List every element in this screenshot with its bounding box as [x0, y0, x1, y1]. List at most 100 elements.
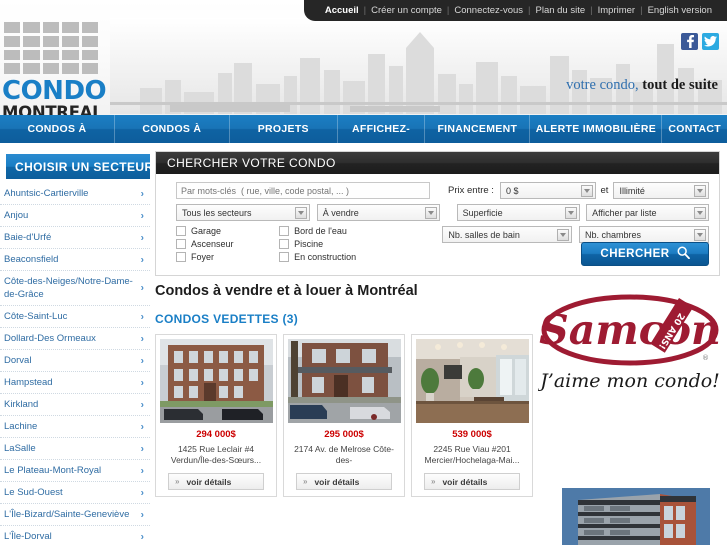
sidebar-item-hampstead[interactable]: Hampstead ›: [0, 372, 150, 394]
checkbox-ascenseur[interactable]: Ascenseur: [176, 239, 279, 249]
listing-card[interactable]: 294 000$ 1425 Rue Leclair #4 Verdun/Île-…: [155, 334, 277, 497]
chevron-right-icon: ›: [140, 443, 144, 454]
topnav-link-creer-compte[interactable]: Créer un compte: [366, 5, 447, 16]
checkbox-box[interactable]: [176, 239, 186, 249]
chevron-right-icon: ›: [140, 188, 144, 199]
sector-label: Côte-des-Neiges/Notre-Dame-de-Grâce: [4, 276, 133, 300]
chevron-right-icon: ›: [140, 355, 144, 366]
sector-label: Dollard-Des Ormeaux: [4, 333, 96, 344]
chevron-down-icon: [295, 207, 308, 219]
sector-label: Le Sud-Ouest: [4, 487, 63, 498]
display-mode-select[interactable]: Afficher par liste: [586, 204, 709, 221]
area-select[interactable]: Superficie: [456, 204, 580, 221]
chevron-right-icon: ›: [140, 421, 144, 432]
topnav-link-english-version[interactable]: English version: [643, 5, 717, 16]
listing-details-button[interactable]: » voir détails: [424, 473, 520, 490]
nav-item-affichez[interactable]: AFFICHEZ-: [338, 115, 426, 143]
sidebar-item-lile-dorval[interactable]: L'Île-Dorval ›: [0, 526, 150, 545]
chevron-right-icon: ›: [140, 210, 144, 221]
double-chevron-icon: »: [431, 477, 436, 486]
sidebar-item-dorval[interactable]: Dorval ›: [0, 350, 150, 372]
twitter-icon[interactable]: [702, 33, 719, 50]
checkbox-en-construction[interactable]: En construction: [279, 252, 442, 262]
transaction-select[interactable]: À vendre: [316, 204, 440, 221]
area-value: Superficie: [462, 207, 503, 218]
price-and-label: et: [600, 185, 609, 196]
listing-card[interactable]: 539 000$ 2245 Rue Viau #201 Mercier/Hoch…: [411, 334, 533, 497]
checkbox-box[interactable]: [176, 252, 186, 262]
checkbox-garage[interactable]: Garage: [176, 226, 279, 236]
sector-label: LaSalle: [4, 443, 36, 454]
checkbox-box[interactable]: [176, 226, 186, 236]
listing-photo-brick-apartment: [160, 339, 273, 423]
listing-details-button[interactable]: » voir détails: [168, 473, 264, 490]
sidebar-item-le-plateau-mont-royal[interactable]: Le Plateau-Mont-Royal ›: [0, 460, 150, 482]
sidebar-item-beaconsfield[interactable]: Beaconsfield ›: [0, 249, 150, 271]
sidebar-item-kirkland[interactable]: Kirkland ›: [0, 394, 150, 416]
bathrooms-select[interactable]: Nb. salles de bain: [442, 226, 573, 243]
main-navigation: CONDOS À CONDOS À PROJETS AFFICHEZ- FINA…: [0, 115, 727, 143]
nav-item-condos-a-1[interactable]: CONDOS À: [0, 115, 115, 143]
search-form: Prix entre : 0 $ et Illimité Tous les se…: [156, 174, 719, 275]
listing-price: 295 000$: [324, 429, 364, 440]
checkbox-box[interactable]: [279, 239, 290, 249]
listing-address-line1: 2245 Rue Viau #201: [433, 444, 511, 454]
price-min-select[interactable]: 0 $: [499, 182, 596, 199]
sidebar-item-cote-des-neiges-ndg[interactable]: Côte-des-Neiges/Notre-Dame-de-Grâce ›: [0, 271, 150, 306]
checkbox-foyer[interactable]: Foyer: [176, 252, 279, 262]
nav-item-projets[interactable]: PROJETS: [230, 115, 338, 143]
topnav-link-plan-du-site[interactable]: Plan du site: [531, 5, 591, 16]
checkbox-box[interactable]: [279, 252, 290, 262]
sector-sidebar: CHOISIR UN SECTEUR Ahuntsic-Cartierville…: [0, 143, 153, 545]
search-submit-button[interactable]: CHERCHER: [581, 242, 709, 266]
bedrooms-select[interactable]: Nb. chambres: [579, 226, 710, 243]
sidebar-item-anjou[interactable]: Anjou ›: [0, 205, 150, 227]
sector-label: L'Île-Dorval: [4, 531, 52, 542]
sidebar-item-lachine[interactable]: Lachine ›: [0, 416, 150, 438]
sidebar-item-ahuntsic-cartierville[interactable]: Ahuntsic-Cartierville ›: [0, 183, 150, 205]
topnav-link-imprimer[interactable]: Imprimer: [593, 5, 640, 16]
listing-card[interactable]: 295 000$ 2174 Av. de Melrose Côte-des- N…: [283, 334, 405, 497]
checkbox-bord-de-leau[interactable]: Bord de l'eau: [279, 226, 442, 236]
site-logo[interactable]: CONDO MONTREAL .COM: [0, 22, 108, 115]
nav-item-contact[interactable]: CONTACT: [662, 115, 727, 143]
building-advertisement[interactable]: [548, 486, 724, 545]
listing-photo-modern-interior: [416, 339, 529, 423]
sidebar-item-baie-durfe[interactable]: Baie-d'Urfé ›: [0, 227, 150, 249]
price-label: Prix entre :: [448, 185, 494, 196]
sidebar-item-lile-bizard-sainte-genevieve[interactable]: L'Île-Bizard/Sainte-Geneviève ›: [0, 504, 150, 526]
sidebar-item-dollard-des-ormeaux[interactable]: Dollard-Des Ormeaux ›: [0, 328, 150, 350]
topnav-link-connectez-vous[interactable]: Connectez-vous: [449, 5, 528, 16]
topnav-link-accueil[interactable]: Accueil: [320, 5, 364, 16]
checkbox-box[interactable]: [279, 226, 290, 236]
sector-select[interactable]: Tous les secteurs: [176, 204, 311, 221]
listing-price: 294 000$: [196, 429, 236, 440]
sector-label: Anjou: [4, 210, 29, 221]
samcon-advertisement[interactable]: Samcon 20 ANS! ® J’aime mon condo!: [538, 283, 724, 405]
svg-text:Samcon: Samcon: [539, 306, 721, 354]
sector-label: Le Plateau-Mont-Royal: [4, 465, 102, 476]
price-max-select[interactable]: Illimité: [613, 182, 709, 199]
sector-list: Ahuntsic-Cartierville › Anjou › Baie-d'U…: [0, 183, 150, 545]
transaction-value: À vendre: [322, 207, 359, 218]
chevron-right-icon: ›: [140, 333, 144, 344]
sidebar-item-le-sud-ouest[interactable]: Le Sud-Ouest ›: [0, 482, 150, 504]
checkbox-piscine[interactable]: Piscine: [279, 239, 442, 249]
listing-details-button[interactable]: » voir détails: [296, 473, 392, 490]
nav-item-condos-a-2[interactable]: CONDOS À: [115, 115, 230, 143]
page-root: Accueil | Créer un compte | Connectez-vo…: [0, 0, 727, 545]
sidebar-item-cote-saint-luc[interactable]: Côte-Saint-Luc ›: [0, 306, 150, 328]
listing-price: 539 000$: [452, 429, 492, 440]
sidebar-item-lasalle[interactable]: LaSalle ›: [0, 438, 150, 460]
tagline-dark: tout de suite: [638, 77, 718, 93]
chevron-down-icon: [580, 185, 593, 197]
search-panel-heading: CHERCHER VOTRE CONDO: [156, 152, 719, 174]
search-input[interactable]: [176, 182, 431, 199]
sector-label: Hampstead: [4, 377, 53, 388]
tagline-blue: votre condo,: [566, 77, 639, 93]
nav-item-financement[interactable]: FINANCEMENT: [425, 115, 531, 143]
logo-text-condo: CONDO: [2, 76, 107, 106]
chevron-right-icon: ›: [140, 282, 144, 294]
nav-item-alerte-immobiliere[interactable]: ALERTE IMMOBILIÈRE: [530, 115, 663, 143]
facebook-icon[interactable]: [681, 33, 698, 50]
